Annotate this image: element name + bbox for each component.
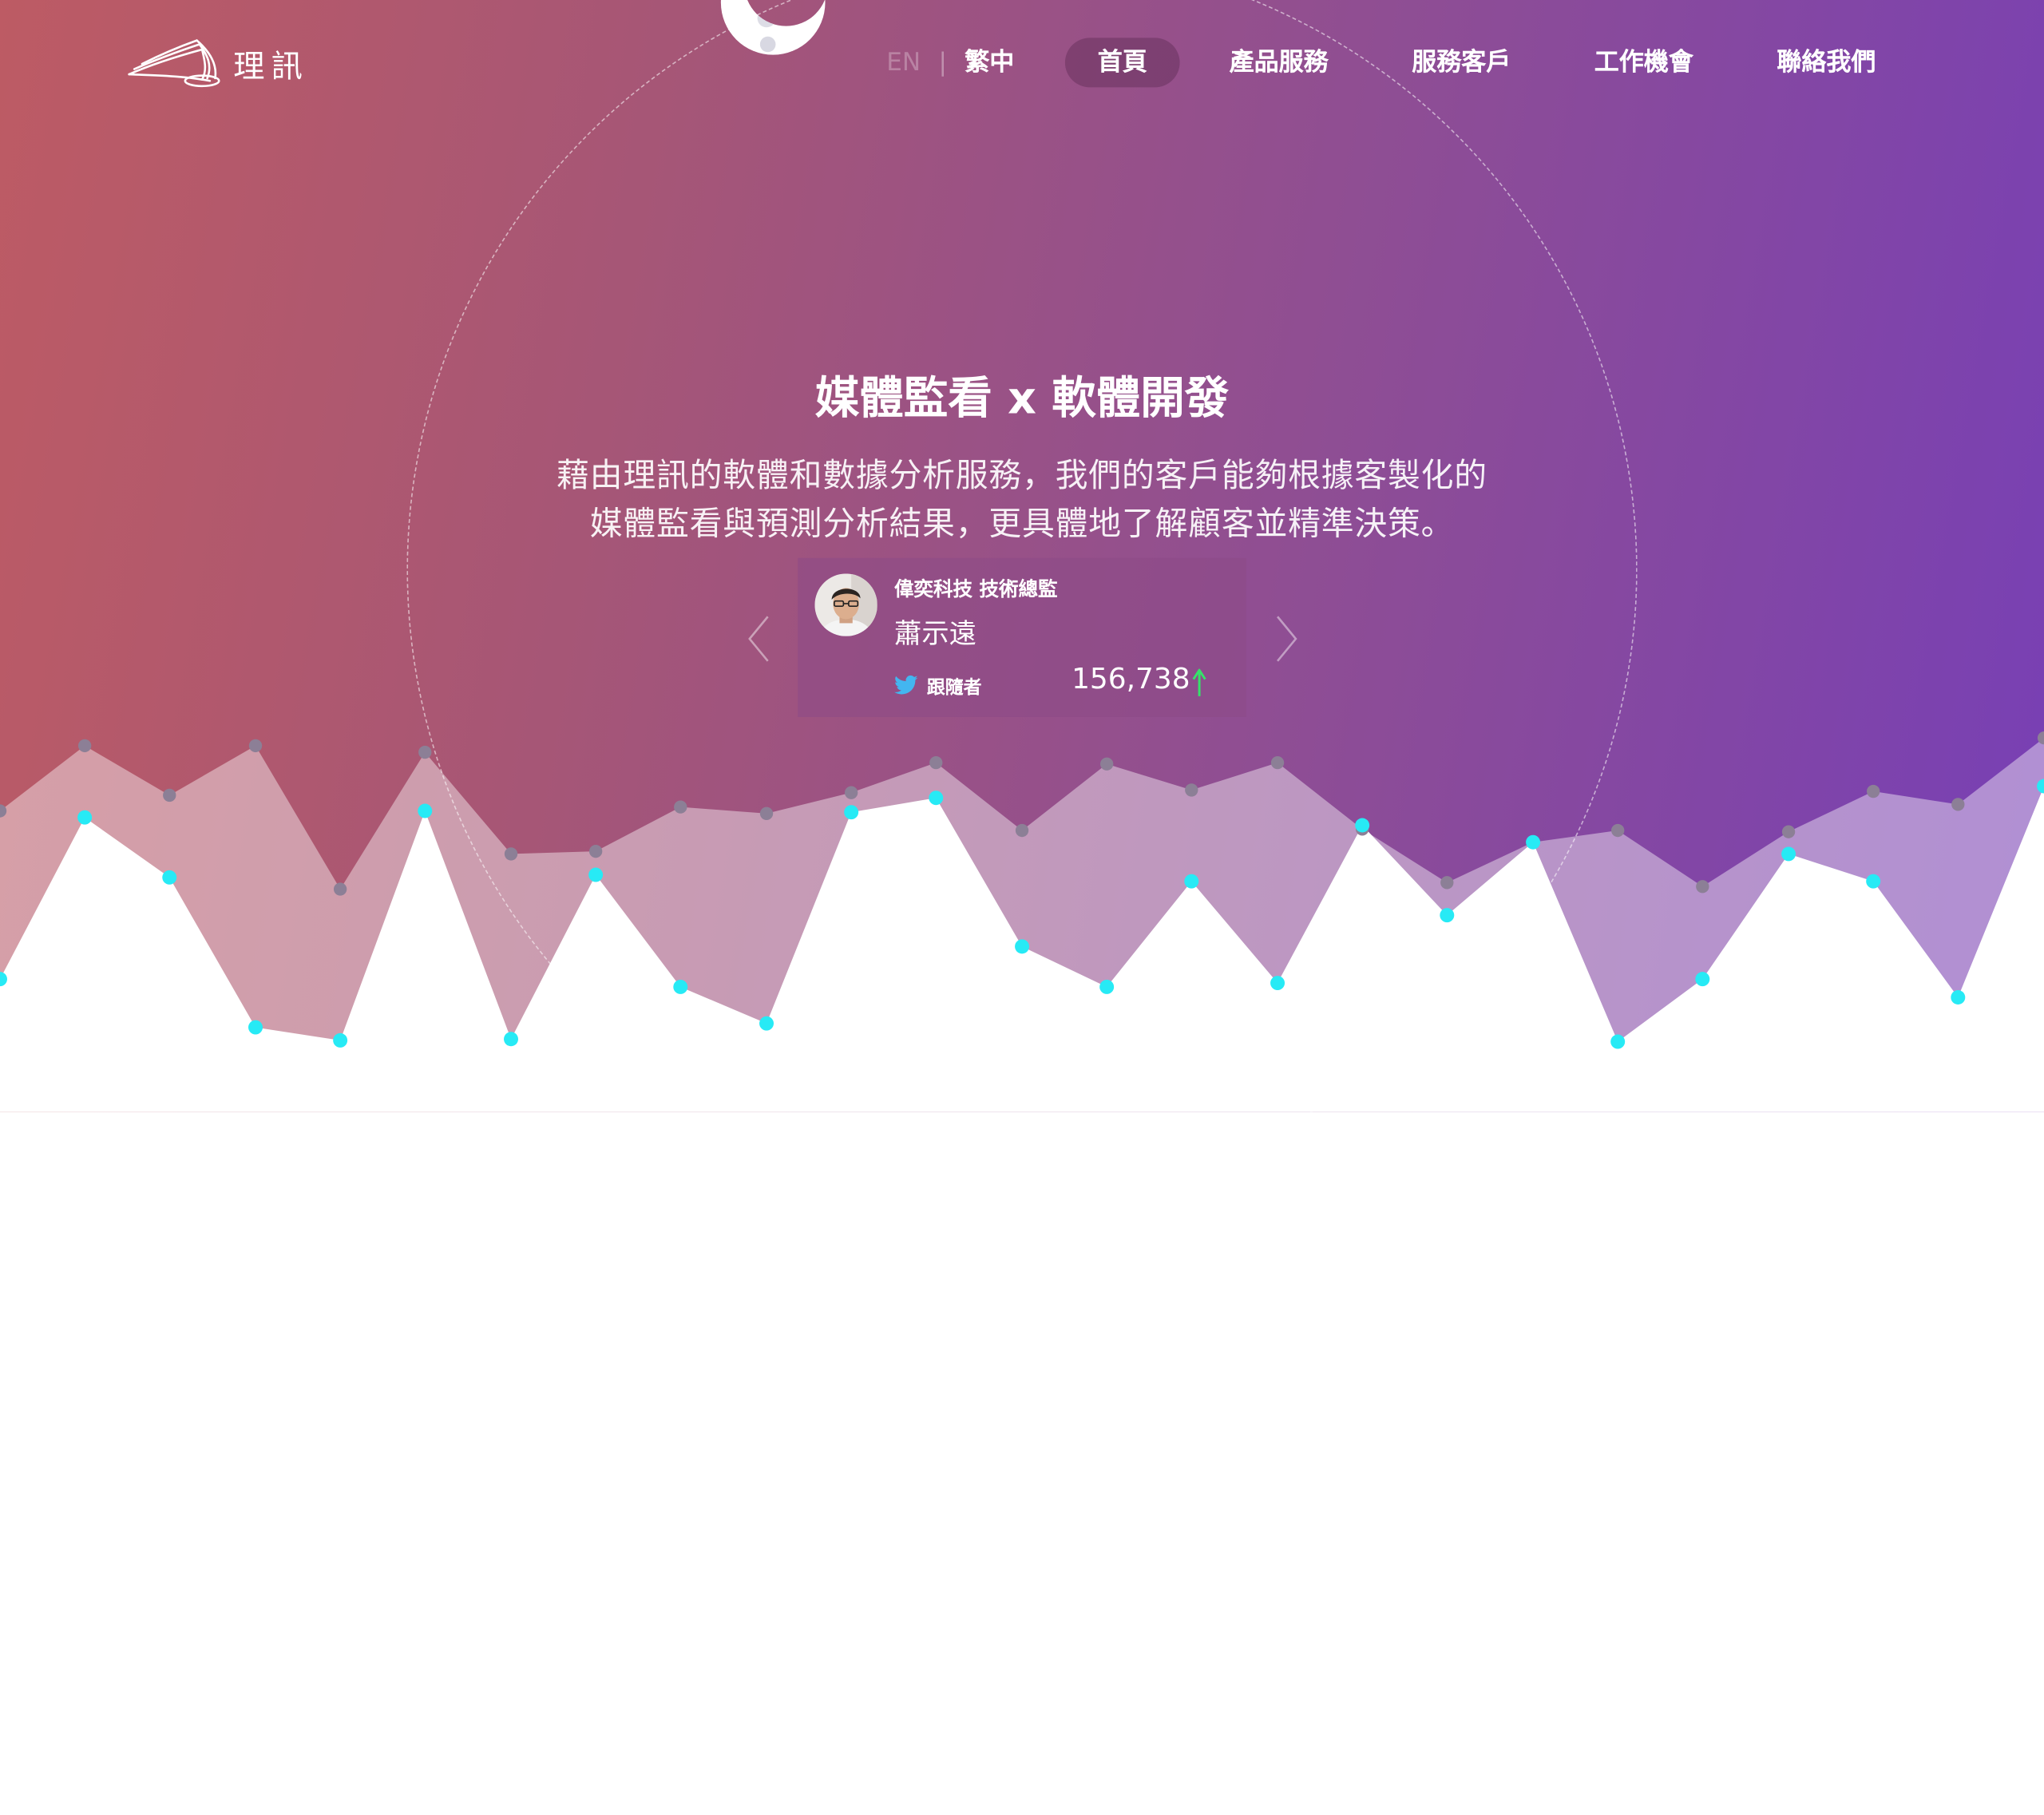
chevron-left-icon[interactable] — [744, 612, 773, 664]
mountain-front-point — [588, 867, 604, 882]
mountain-front-point — [1355, 818, 1370, 833]
main-nav: EN | 繁中 首頁 產品服務 服務客戶 工作機會 聯絡我們 — [0, 38, 2044, 88]
mountain-front-point — [248, 1020, 263, 1035]
mountain-front-point — [759, 1016, 774, 1031]
mountain-back-point — [1781, 825, 1796, 838]
hero-description-line-2: 媒體監看與預測分析結果，更具體地了解顧客並精準決策。 — [589, 504, 1455, 543]
mountain-back-point — [163, 788, 176, 802]
mountain-back-point — [1696, 880, 1709, 894]
nav-item-careers[interactable]: 工作機會 — [1578, 38, 1711, 87]
person-avatar — [814, 573, 877, 636]
mountain-front-point — [1015, 939, 1030, 954]
mountain-back-point — [1099, 757, 1114, 771]
mountain-front-point — [1440, 908, 1455, 923]
mountain-back-point — [1270, 755, 1285, 770]
testimonial-card[interactable]: 偉奕科技 技術總監 蕭示遠 跟隨者 156,738 — [798, 557, 1246, 717]
mountain-back-point — [844, 786, 858, 799]
mountain-back-point — [333, 882, 347, 896]
mountain-back-point — [1951, 798, 1965, 811]
mountain-front-point — [844, 805, 859, 820]
mountain-front-point — [1526, 834, 1541, 850]
lang-separator: | — [938, 48, 948, 77]
mountain-back-point — [248, 739, 263, 753]
mountain-front-point — [1781, 846, 1796, 862]
hero-description-line-1: 藉由理訊的軟體和數據分析服務，我們的客戶能夠根據客製化的 — [557, 456, 1487, 494]
mountain-front-point — [333, 1032, 348, 1048]
mountain-front-point — [1695, 972, 1710, 987]
mountain-back-point — [1611, 823, 1625, 838]
nav-item-home[interactable]: 首頁 — [1064, 38, 1180, 88]
nav-item-products[interactable]: 產品服務 — [1212, 38, 1345, 87]
followers-count: 156,738 — [1072, 664, 1190, 696]
mountain-back-point — [418, 745, 432, 759]
mountain-front-point — [162, 870, 177, 885]
nav-item-contact[interactable]: 聯絡我們 — [1760, 38, 1893, 87]
mountain-back-point — [588, 844, 603, 858]
mountain-back-point — [674, 800, 687, 814]
testimonial-company-title: 偉奕科技 技術總監 — [894, 577, 1058, 601]
mountain-front-point — [1866, 874, 1881, 889]
twitter-bird-icon — [894, 675, 918, 695]
mountain-front-point — [1610, 1034, 1626, 1049]
mountain-front-point — [77, 810, 93, 825]
nav-item-clients[interactable]: 服務客戶 — [1395, 38, 1528, 87]
mountain-front-point — [418, 803, 433, 818]
mountain-back-point — [77, 739, 92, 753]
hero-section: 理訊 EN | 繁中 首頁 產品服務 服務客戶 工作機會 聯絡我們 媒體監看 x… — [0, 0, 2044, 1112]
mountain-back-point — [1015, 823, 1029, 838]
mountain-back-point — [1440, 876, 1454, 890]
mountain-front-point — [1099, 979, 1115, 994]
mountain-front-point — [1184, 874, 1199, 889]
mountain-front-point — [929, 791, 944, 806]
mountain-back-point — [929, 755, 943, 770]
mountain-front-point — [1270, 976, 1285, 991]
hero-headline: 媒體監看 x 軟體開發 — [814, 372, 1230, 426]
lang-tw-link[interactable]: 繁中 — [965, 38, 1014, 87]
mountain-front-point — [673, 979, 688, 994]
mountain-back-point — [1867, 784, 1880, 799]
arrow-up-icon — [1192, 668, 1206, 696]
chevron-right-icon[interactable] — [1273, 612, 1301, 664]
testimonial-person-name: 蕭示遠 — [894, 617, 976, 650]
mountain-back-point — [759, 806, 774, 820]
mountain-back-point — [504, 847, 518, 861]
page-canvas: 理訊 EN | 繁中 首頁 產品服務 服務客戶 工作機會 聯絡我們 媒體監看 x… — [0, 0, 2044, 1815]
mountain-front-point — [504, 1032, 518, 1047]
lang-en-link[interactable]: EN — [886, 38, 921, 87]
mountain-chart — [0, 731, 2044, 1112]
followers-label: 跟隨者 — [926, 678, 982, 699]
mountain-front-point — [1951, 990, 1966, 1005]
mountain-back-point — [1185, 783, 1198, 797]
